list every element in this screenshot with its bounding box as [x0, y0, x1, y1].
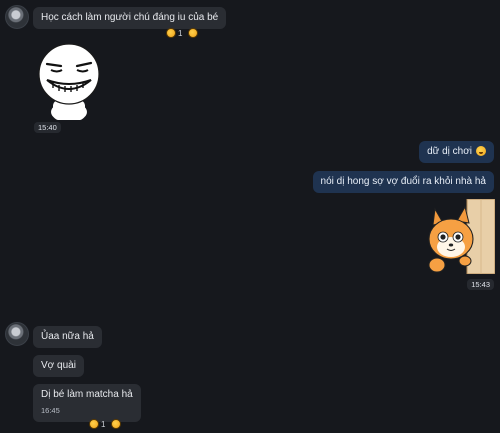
- message-text: nói dị hong sợ vợ đuổi ra khỏi nhà hả: [320, 176, 486, 187]
- sender-avatar[interactable]: [5, 5, 29, 29]
- message-text: Ủaa nữa hả: [41, 331, 94, 342]
- reactions-bar[interactable]: 1: [166, 28, 199, 38]
- message-bubble[interactable]: Dị bé làm matcha hả 16:45: [33, 384, 141, 422]
- sticker-shiba-peek[interactable]: [425, 198, 496, 275]
- message-text: Dị bé làm matcha hả: [41, 389, 133, 400]
- message-bubble[interactable]: dữ dị chơi: [419, 141, 494, 163]
- message-timestamp: 15:43: [467, 279, 494, 290]
- message-text: Vợ quài: [41, 360, 76, 371]
- add-reaction-icon[interactable]: [111, 419, 122, 429]
- message-bubble[interactable]: Vợ quài: [33, 355, 84, 377]
- message-bubble[interactable]: Học cách làm người chú đáng iu của bé: [33, 7, 227, 29]
- sticker-grin[interactable]: [33, 40, 105, 122]
- winking-face-icon: [476, 146, 486, 156]
- reaction-count: 1: [178, 28, 183, 38]
- reactions-bar[interactable]: 1: [89, 419, 122, 429]
- message-text: Học cách làm người chú đáng iu của bé: [41, 12, 219, 23]
- laughing-face-icon: [166, 28, 176, 38]
- message-bubble[interactable]: nói dị hong sợ vợ đuổi ra khỏi nhà hả: [312, 171, 494, 193]
- message-timestamp: 16:45: [41, 406, 60, 415]
- sender-avatar[interactable]: [5, 322, 29, 346]
- reaction-count: 1: [101, 419, 106, 429]
- message-bubble[interactable]: Ủaa nữa hả: [33, 326, 102, 348]
- message-text: dữ dị chơi: [427, 146, 472, 157]
- grin-sticker-icon: [38, 43, 100, 122]
- add-reaction-icon[interactable]: [188, 28, 199, 38]
- shiba-sticker-icon: [428, 198, 496, 275]
- laughing-face-icon: [89, 419, 99, 429]
- message-timestamp: 15:40: [34, 122, 61, 133]
